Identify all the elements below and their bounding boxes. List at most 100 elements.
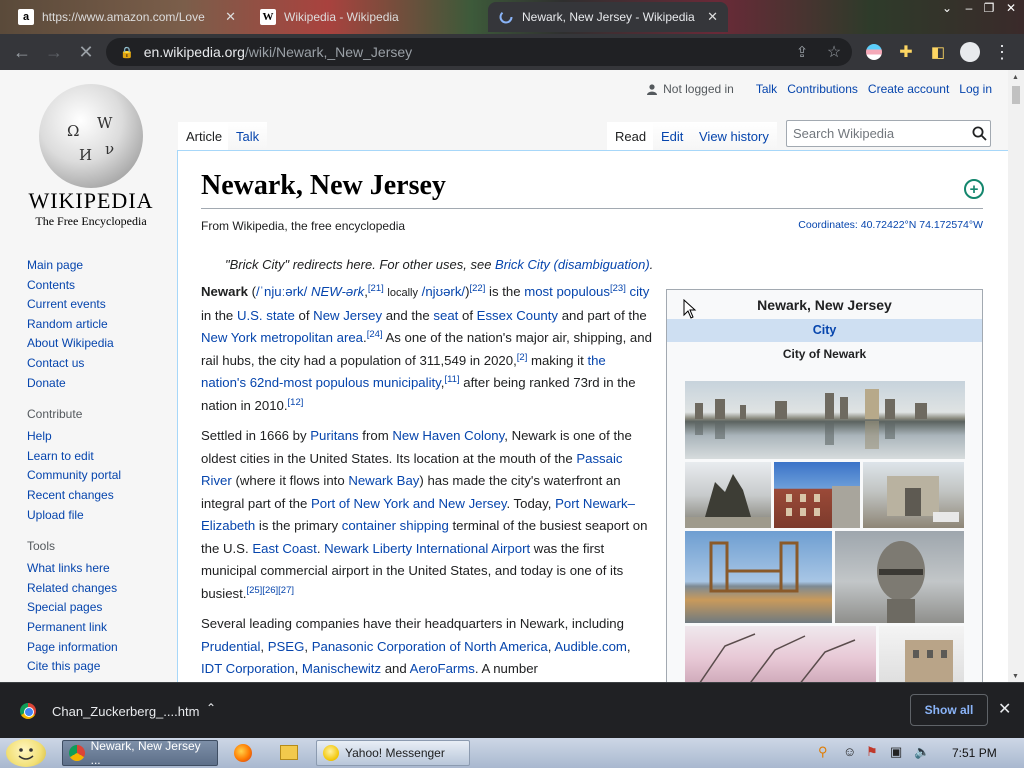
sidebar-tools: What links here Related changes Special … (27, 559, 177, 677)
task-chrome-newark[interactable]: Newark, New Jersey ... (62, 739, 218, 767)
folder-icon[interactable] (280, 745, 298, 760)
scrollbar-thumb[interactable] (1012, 86, 1020, 104)
cherry-blossom-photo[interactable] (685, 626, 876, 682)
paragraph-3: Several leading companies have their hea… (201, 616, 631, 676)
tab-view-history[interactable]: View history (691, 122, 777, 150)
profile-avatar-icon[interactable] (958, 40, 982, 64)
lift-bridge-photo[interactable] (685, 531, 832, 623)
side-panel-icon[interactable]: ◧ (926, 40, 950, 64)
restore-icon[interactable]: ❐ (978, 0, 1000, 16)
tab-talk-label: Talk (236, 129, 260, 144)
sidebar-item-page-information[interactable]: Page information (27, 638, 177, 658)
download-item[interactable]: Chan_Zuckerberg_....htm (20, 703, 199, 719)
forward-icon[interactable]: → (42, 40, 66, 64)
close-window-icon[interactable]: ✕ (1000, 0, 1022, 16)
personal-talk-link[interactable]: Talk (756, 82, 777, 96)
tab-newark[interactable]: Newark, New Jersey - Wikipedia ✕ (488, 2, 728, 32)
show-all-button[interactable]: Show all (910, 694, 988, 726)
stop-icon[interactable]: ✕ (74, 40, 98, 64)
sidebar-item-about[interactable]: About Wikipedia (27, 334, 177, 354)
clock[interactable]: 7:51 PM (952, 746, 997, 760)
sidebar-contribute: Help Learn to edit Community portal Rece… (27, 427, 177, 525)
coordinates-label[interactable]: Coordinates: (798, 219, 860, 231)
sidebar-item-community-portal[interactable]: Community portal (27, 466, 177, 486)
messenger-tray-icon[interactable]: ☺ (843, 744, 856, 759)
tab-talk[interactable]: Talk (228, 122, 268, 150)
chevron-up-icon[interactable]: ⌃ (206, 701, 216, 715)
tab-title: Wikipedia - Wikipedia (284, 10, 399, 24)
sidebar-item-contact[interactable]: Contact us (27, 354, 177, 374)
not-logged-in-label: Not logged in (663, 82, 734, 96)
tab-read[interactable]: Read (607, 122, 655, 150)
tab-edit-label: Edit (661, 129, 684, 144)
task-yahoo-messenger[interactable]: Yahoo! Messenger (316, 740, 470, 766)
sidebar-item-current-events[interactable]: Current events (27, 295, 177, 315)
coordinates: Coordinates: 40.72422°N 74.172574°W (798, 219, 983, 231)
menu-kebab-icon[interactable]: ⋮ (990, 40, 1014, 64)
coordinates-value[interactable]: 40.72422°N 74.172574°W (861, 219, 983, 231)
task-label: Yahoo! Messenger (345, 746, 445, 760)
sidebar: Main page Contents Current events Random… (27, 256, 177, 677)
infobox-title: Newark, New Jersey (757, 297, 892, 313)
sidebar-item-what-links-here[interactable]: What links here (27, 559, 177, 579)
sidebar-item-learn-to-edit[interactable]: Learn to edit (27, 447, 177, 467)
hatnote-link[interactable]: Brick City (disambiguation) (495, 257, 650, 272)
page-scrollbar[interactable]: ▲ ▼ (1008, 70, 1024, 682)
sidebar-item-help[interactable]: Help (27, 427, 177, 447)
tab-search-icon[interactable]: ⌄ (936, 0, 958, 16)
log-in-link[interactable]: Log in (959, 82, 992, 96)
brick-building-photo[interactable] (774, 462, 860, 528)
extensions-puzzle-icon[interactable]: ✚ (894, 40, 918, 64)
add-language-icon[interactable]: + (964, 179, 984, 199)
scroll-down-icon[interactable]: ▼ (1012, 673, 1019, 680)
bookmark-star-icon[interactable]: ☆ (822, 40, 846, 64)
statue-head-photo[interactable] (835, 531, 964, 623)
tab-edit[interactable]: Edit (653, 122, 692, 150)
sidebar-item-recent-changes[interactable]: Recent changes (27, 486, 177, 506)
tower-building-photo[interactable] (879, 626, 964, 682)
skyline-photo[interactable] (685, 381, 965, 459)
sidebar-item-main-page[interactable]: Main page (27, 256, 177, 276)
sidebar-item-cite-this-page[interactable]: Cite this page (27, 657, 177, 677)
network-tray-icon[interactable]: ▣ (890, 744, 902, 760)
user-icon (647, 83, 658, 95)
logo-tagline: The Free Encyclopedia (35, 214, 147, 228)
minimize-icon[interactable]: – (958, 0, 980, 16)
search-input[interactable]: Search Wikipedia (786, 120, 991, 147)
sidebar-item-contents[interactable]: Contents (27, 276, 177, 296)
not-logged-in: Not logged in (647, 82, 734, 96)
wikipedia-logo[interactable]: Ω W И ν WIKIPEDIA The Free Encyclopedia (26, 84, 156, 229)
search-icon[interactable] (968, 123, 990, 145)
share-icon[interactable]: ⇪ (790, 40, 814, 64)
close-icon[interactable]: ✕ (225, 9, 236, 25)
close-download-bar-icon[interactable]: ✕ (998, 699, 1011, 719)
close-icon[interactable]: ✕ (707, 9, 718, 25)
volume-tray-icon[interactable]: 🔈 (914, 744, 930, 760)
back-icon[interactable]: ← (10, 40, 34, 64)
tab-article[interactable]: Article (178, 122, 231, 150)
search-tray-icon[interactable]: ⚲ (818, 744, 828, 760)
sidebar-item-related-changes[interactable]: Related changes (27, 579, 177, 599)
hatnote: "Brick City" redirects here. For other u… (225, 257, 653, 272)
sidebar-item-donate[interactable]: Donate (27, 374, 177, 394)
sidebar-item-permanent-link[interactable]: Permanent link (27, 618, 177, 638)
stone-building-photo[interactable] (863, 462, 964, 528)
hatnote-text: "Brick City" redirects here. For other u… (225, 257, 496, 272)
sidebar-item-random-article[interactable]: Random article (27, 315, 177, 335)
create-account-link[interactable]: Create account (868, 82, 949, 96)
sidebar-item-upload-file[interactable]: Upload file (27, 506, 177, 526)
firefox-icon[interactable] (234, 744, 252, 762)
tools-heading: Tools (27, 539, 56, 554)
scroll-up-icon[interactable]: ▲ (1012, 74, 1019, 81)
start-button[interactable] (6, 739, 46, 767)
contributions-link[interactable]: Contributions (787, 82, 858, 96)
infobox-type[interactable]: City (667, 319, 982, 342)
address-bar[interactable]: 🔒 en.wikipedia.org/wiki/Newark,_New_Jers… (106, 38, 852, 66)
flag-tray-icon[interactable]: ⚑ (866, 744, 878, 760)
tab-wikipedia[interactable]: W Wikipedia - Wikipedia (250, 2, 482, 32)
extension-flag-icon[interactable] (862, 40, 886, 64)
tab-amazon[interactable]: a https://www.amazon.com/Love ✕ (8, 2, 246, 32)
sidebar-item-special-pages[interactable]: Special pages (27, 598, 177, 618)
paragraph-2: Settled in 1666 by Puritans from New Hav… (201, 428, 648, 601)
monument-photo[interactable] (685, 462, 771, 528)
